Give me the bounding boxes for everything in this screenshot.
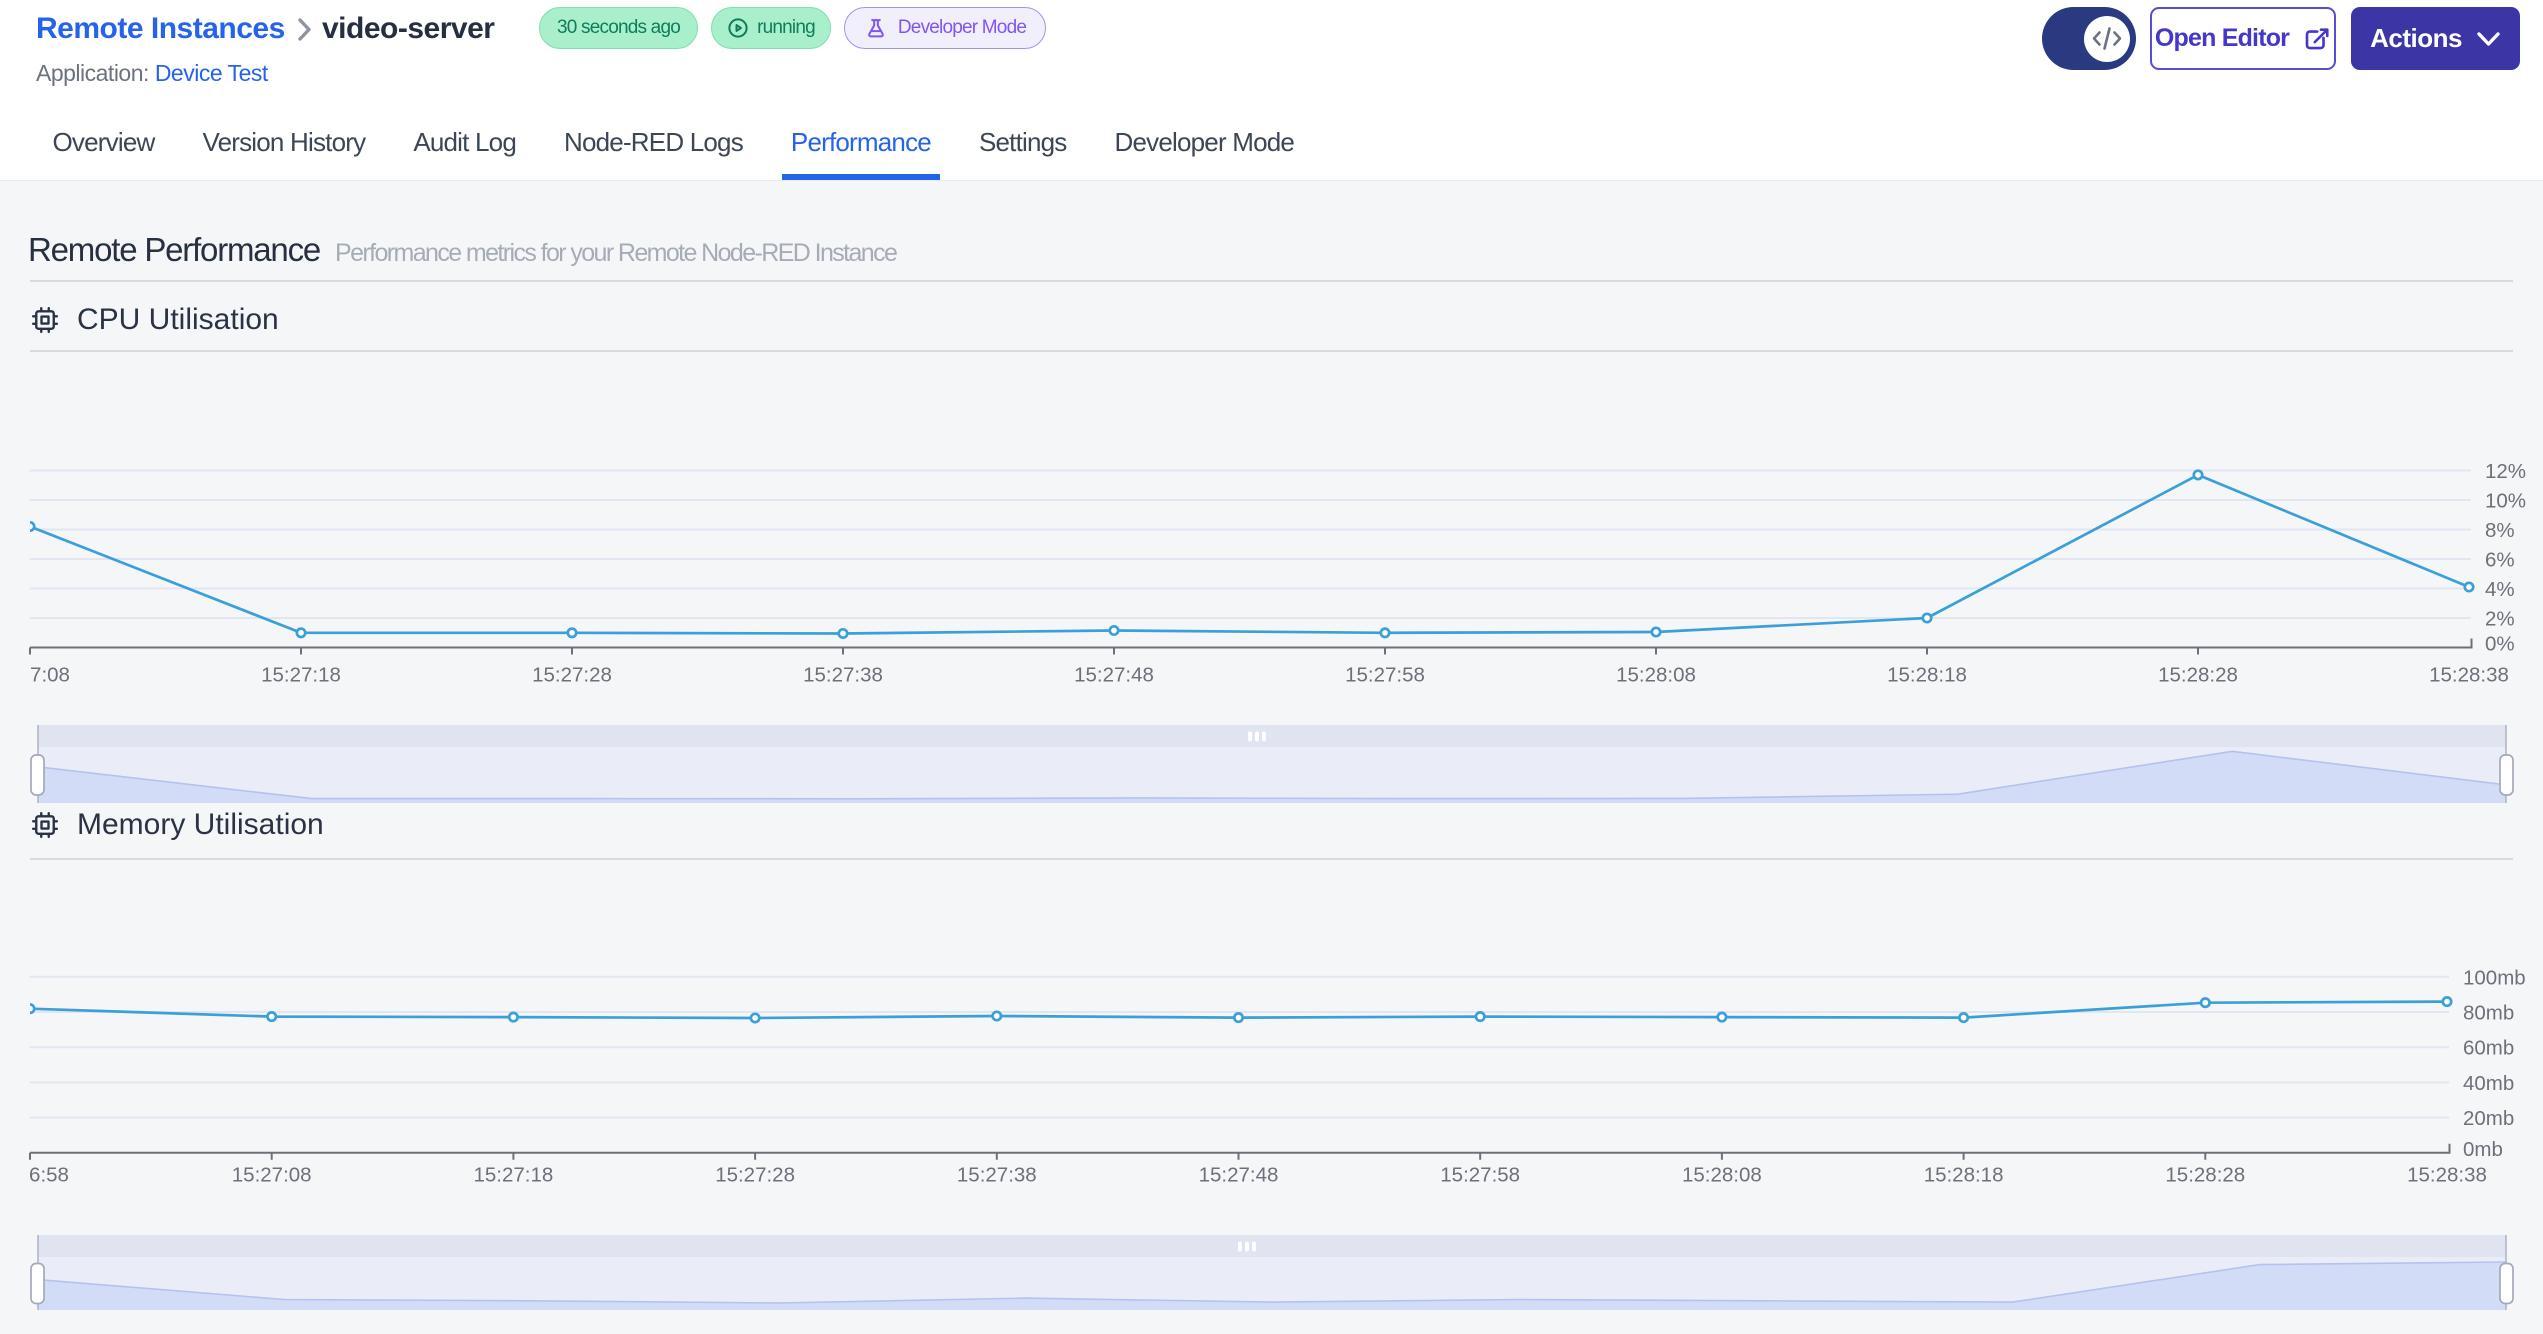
svg-text:0%: 0% [2485, 633, 2515, 656]
svg-text:2%: 2% [2485, 608, 2515, 631]
svg-text:12%: 12% [2485, 460, 2526, 483]
svg-text:15:27:28: 15:27:28 [715, 1164, 795, 1187]
svg-text:15:28:08: 15:28:08 [1682, 1164, 1762, 1187]
svg-text:80mb: 80mb [2463, 1002, 2514, 1025]
svg-text:40mb: 40mb [2463, 1072, 2514, 1095]
svg-text:0mb: 0mb [2463, 1138, 2503, 1161]
svg-text:20mb: 20mb [2463, 1107, 2514, 1130]
svg-text:15:27:38: 15:27:38 [803, 664, 883, 687]
svg-text:15:27:18: 15:27:18 [473, 1164, 553, 1187]
svg-text:60mb: 60mb [2463, 1037, 2514, 1060]
svg-text:15:27:48: 15:27:48 [1074, 664, 1154, 687]
svg-text:100mb: 100mb [2463, 966, 2526, 989]
svg-text:15:27:18: 15:27:18 [261, 664, 341, 687]
svg-text:7:08: 7:08 [30, 664, 70, 687]
svg-text:6:58: 6:58 [29, 1164, 69, 1187]
svg-text:15:28:28: 15:28:28 [2158, 664, 2238, 687]
svg-text:15:28:18: 15:28:18 [1887, 664, 1967, 687]
svg-text:15:27:58: 15:27:58 [1440, 1164, 1520, 1187]
svg-text:15:27:48: 15:27:48 [1199, 1164, 1279, 1187]
svg-text:15:27:38: 15:27:38 [957, 1164, 1037, 1187]
svg-text:15:28:38: 15:28:38 [2429, 664, 2509, 687]
svg-text:10%: 10% [2485, 490, 2526, 513]
svg-text:15:27:28: 15:27:28 [532, 664, 612, 687]
svg-text:6%: 6% [2485, 549, 2515, 572]
svg-text:8%: 8% [2485, 519, 2515, 542]
svg-text:15:28:38: 15:28:38 [2407, 1164, 2487, 1187]
svg-text:15:28:08: 15:28:08 [1616, 664, 1696, 687]
svg-text:15:28:18: 15:28:18 [1924, 1164, 2004, 1187]
svg-text:15:27:08: 15:27:08 [232, 1164, 312, 1187]
svg-text:15:28:28: 15:28:28 [2165, 1164, 2245, 1187]
svg-text:15:27:58: 15:27:58 [1345, 664, 1425, 687]
svg-text:4%: 4% [2485, 578, 2515, 601]
